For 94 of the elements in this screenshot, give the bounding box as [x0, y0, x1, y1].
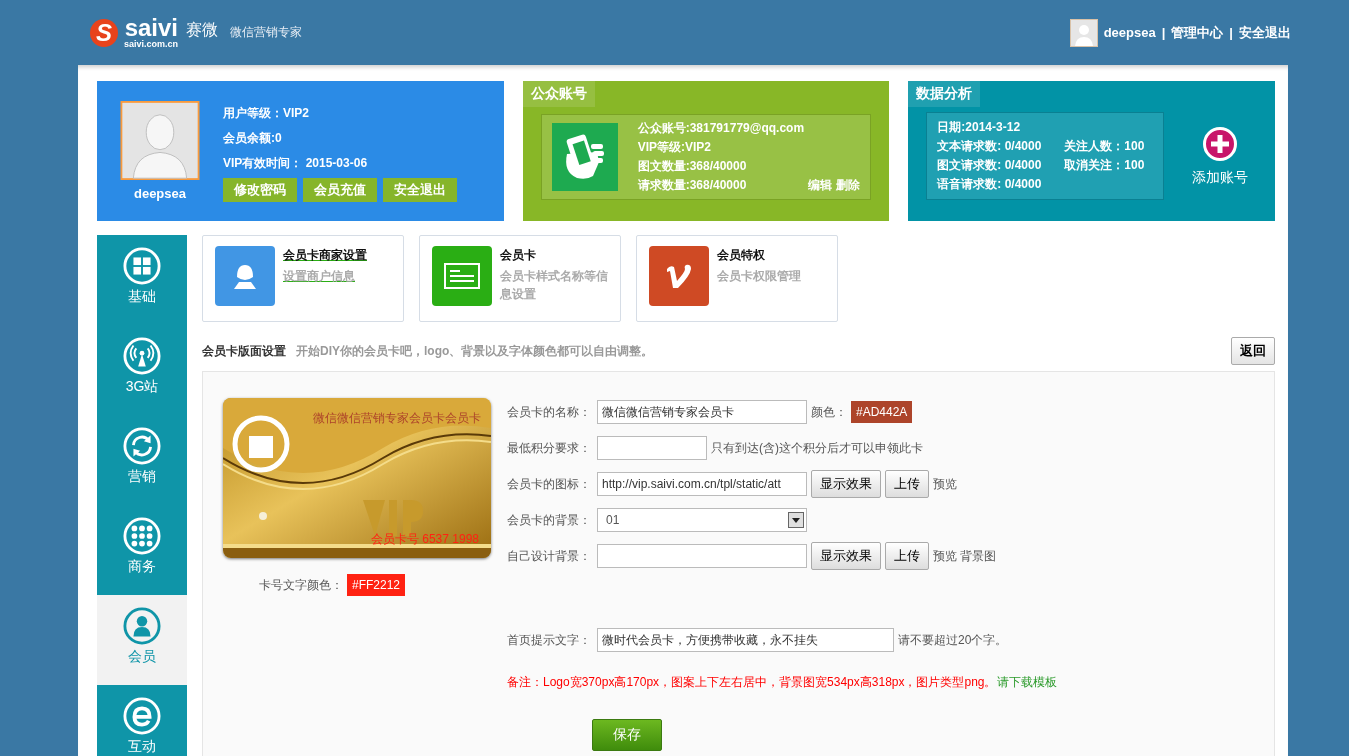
field-label: 最低积分要求： — [507, 439, 592, 457]
input-field[interactable]: http://vip.saivi.com.cn/tpl/static/att — [597, 472, 807, 496]
logo-text: saivi — [124, 16, 179, 40]
panel-title: 公众账号 — [522, 81, 595, 107]
sidebar-item[interactable]: 会员 — [97, 595, 187, 685]
profile-button[interactable]: 修改密码 — [223, 178, 297, 202]
section-title: 会员卡版面设置 — [202, 342, 286, 360]
field-note: 只有到达(含)这个积分后才可以申领此卡 — [711, 439, 923, 457]
field-note: 请不要超过20个字。 — [898, 631, 1008, 649]
profile-info: 会员余额:0 — [223, 130, 283, 147]
tile-subtitle: 会员卡样式名称等信息设置 — [500, 268, 608, 303]
person-icon — [123, 607, 161, 645]
grid-icon — [123, 247, 161, 285]
letter-v-icon — [665, 263, 693, 289]
stat-date: 日期:2014-3-12 — [937, 119, 1022, 136]
field-label: 颜色： — [811, 403, 847, 421]
signal-icon — [123, 337, 161, 375]
sidebar-label: 基础 — [128, 288, 156, 306]
field-label: 首页提示文字： — [507, 631, 592, 649]
sidebar-item[interactable]: 互动 — [97, 685, 187, 756]
logo-domain: saivi.com.cn — [124, 40, 179, 49]
header-link[interactable]: 安全退出 — [1239, 23, 1291, 42]
tile-subtitle: 设置商户信息 — [283, 268, 356, 285]
save-button[interactable]: 保存 — [592, 719, 662, 751]
sidebar-item[interactable]: 商务 — [97, 505, 187, 595]
remark-text: 备注：Logo宽370px高170px，图案上下左右居中，背景图宽534px高318px，图片类型png。请下载模板 — [507, 674, 1057, 691]
user-name[interactable]: deepsea — [1103, 25, 1156, 40]
field-note: 预览 — [933, 475, 957, 493]
tile-title: 会员卡 — [500, 247, 537, 264]
user-name: deepsea — [133, 186, 186, 201]
tile-subtitle: 会员卡权限管理 — [717, 268, 801, 285]
color-swatch[interactable]: #FF2212 — [347, 574, 406, 596]
section-hint: 开始DIY你的会员卡吧，logo、背景以及字体颜色都可以自由调整。 — [296, 342, 655, 360]
card-name-text: 微信微信营销专家会员卡会员卡 — [313, 410, 481, 427]
profile-button[interactable]: 安全退出 — [383, 178, 457, 202]
stat-value: 取消关注：100 — [1064, 157, 1146, 174]
back-button[interactable]: 返回 — [1231, 337, 1275, 365]
slogan: 微信营销专家 — [230, 24, 303, 41]
letter-e-icon — [123, 697, 161, 735]
profile-button[interactable]: 会员充值 — [303, 178, 377, 202]
input-field[interactable]: 微时代会员卡，方便携带收藏，永不挂失 — [597, 628, 894, 652]
account-info: VIP等级:VIP2 — [637, 139, 713, 156]
form-button[interactable]: 上传 — [885, 470, 929, 498]
sidebar-label: 会员 — [128, 648, 156, 666]
caret-icon — [788, 512, 804, 528]
separator: | — [1161, 25, 1166, 40]
account-info: 图文数量:368/40000 — [637, 158, 748, 175]
input-field[interactable] — [597, 544, 807, 568]
menu-tile[interactable]: 会员卡 会员卡样式名称等信息设置 — [419, 235, 621, 322]
tile-title: 会员特权 — [717, 247, 766, 264]
input-field[interactable]: 微信微信营销专家会员卡 — [597, 400, 807, 424]
add-account-link[interactable]: 添加账号 — [1191, 168, 1248, 187]
account-info: 请求数量:368/40000 — [637, 177, 747, 194]
profile-info: 用户等级：VIP2 — [223, 105, 310, 122]
tile-title: 会员卡商家设置 — [283, 247, 367, 264]
profile-info: VIP有效时间： 2015-03-06 — [223, 155, 369, 172]
color-swatch[interactable]: #AD442A — [851, 401, 913, 423]
sidebar-item[interactable]: 3G站 — [97, 325, 187, 415]
download-link[interactable]: 请下载模板 — [996, 675, 1057, 689]
field-label: 会员卡的名称： — [507, 403, 592, 421]
field-label: 卡号文字颜色： — [259, 576, 343, 594]
menu-tile[interactable]: 会员特权 会员卡权限管理 — [636, 235, 838, 322]
sidebar-label: 互动 — [128, 738, 156, 756]
logo-mark: S — [90, 18, 118, 47]
logo-name: 赛微 — [186, 20, 219, 40]
field-label: 会员卡的背景： — [507, 511, 592, 529]
menu-tile[interactable]: 会员卡商家设置 设置商户信息 — [202, 235, 404, 322]
form-button[interactable]: 上传 — [885, 542, 929, 570]
sidebar-label: 3G站 — [125, 378, 159, 396]
refresh-icon — [123, 427, 161, 465]
stat-value: 语音请求数: 0/4000 — [937, 176, 1043, 193]
card-icon — [444, 263, 480, 289]
form-button[interactable]: 显示效果 — [811, 470, 881, 498]
sidebar-label: 营销 — [128, 468, 156, 486]
sidebar-label: 商务 — [128, 558, 156, 576]
form-button[interactable]: 显示效果 — [811, 542, 881, 570]
stat-value: 关注人数：100 — [1064, 138, 1146, 155]
sidebar-item[interactable]: 基础 — [97, 235, 187, 325]
field-label: 自己设计背景： — [507, 547, 592, 565]
field-note: 预览 背景图 — [933, 547, 997, 565]
avatar-icon — [1069, 18, 1098, 47]
select-field[interactable]: 01 — [597, 508, 807, 532]
sidebar-item[interactable]: 营销 — [97, 415, 187, 505]
add-icon — [1202, 126, 1237, 161]
header-link[interactable]: 管理中心 — [1171, 23, 1224, 42]
field-label: 会员卡的图标： — [507, 475, 592, 493]
account-info: 公众账号:381791779@qq.com — [637, 120, 806, 137]
card-number-text: 会员卡号 6537 1998 — [370, 531, 479, 548]
stat-value: 文本请求数: 0/4000 — [937, 138, 1043, 155]
stat-value: 图文请求数: 0/4000 — [937, 157, 1043, 174]
separator: | — [1229, 25, 1233, 40]
dots-icon — [123, 517, 161, 555]
panel-title: 数据分析 — [908, 81, 981, 107]
input-field[interactable] — [597, 436, 707, 460]
